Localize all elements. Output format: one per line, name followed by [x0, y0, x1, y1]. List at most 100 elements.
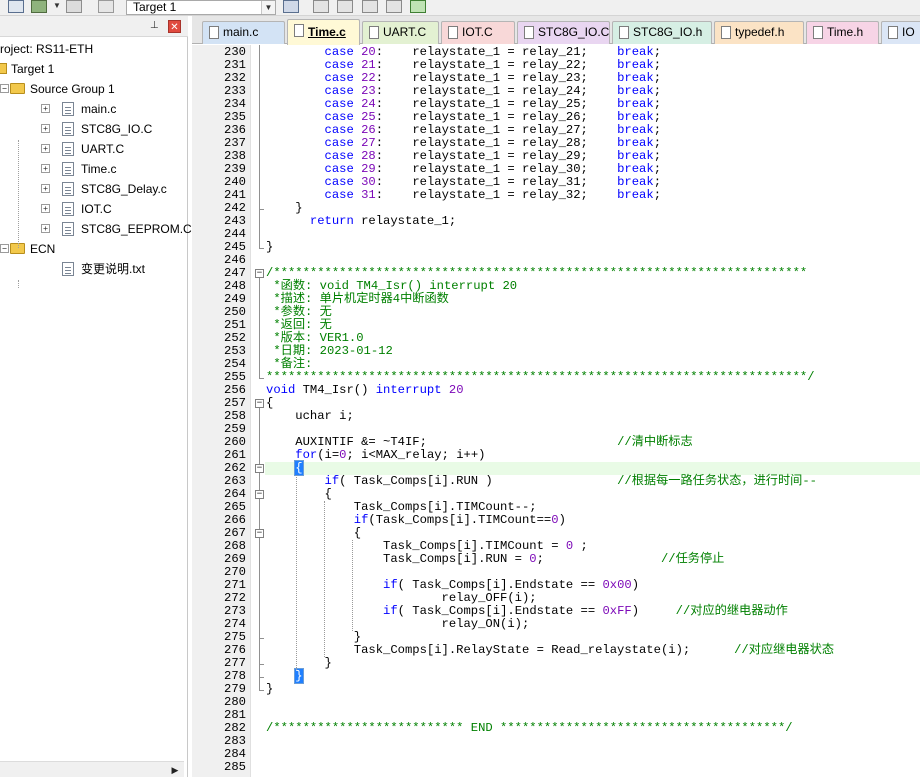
tree-connector [18, 140, 19, 248]
code-line[interactable]: if( Task_Comps[i].RUN ) //根据每一路任务状态，进行时间… [266, 475, 817, 488]
tree-item-file[interactable]: + IOT.C [0, 199, 184, 219]
keyword-token: if [383, 578, 398, 592]
fold-toggle-icon[interactable]: − [255, 464, 264, 473]
comment-token: *备注: [266, 357, 313, 371]
number-token: 31 [361, 188, 376, 202]
expand-icon[interactable]: + [41, 204, 50, 213]
scroll-right-arrow-icon[interactable]: ▶ [168, 764, 182, 776]
code-line[interactable]: Task_Comps[i].RelayState = Read_relaysta… [266, 644, 834, 657]
toolbar: ▼ Target 1 ▼ [0, 0, 920, 16]
collapse-icon[interactable]: − [0, 84, 9, 93]
expand-icon[interactable]: + [41, 184, 50, 193]
file-icon [62, 122, 74, 136]
target-select[interactable]: Target 1 ▼ [126, 0, 276, 15]
expand-icon[interactable]: + [41, 104, 50, 113]
tab-typedef-h[interactable]: typedef.h [714, 21, 804, 44]
keyword-token: break [617, 188, 654, 202]
fold-toggle-icon[interactable]: − [255, 529, 264, 538]
comment-token: *返回: 无 [266, 318, 332, 332]
target-options-icon[interactable] [283, 0, 299, 13]
tree-item-label: 变更说明.txt [81, 262, 146, 276]
number-token: 0 [551, 513, 559, 527]
tree-item-label: Time.c [81, 162, 117, 176]
tab-iot-c[interactable]: IOT.C [441, 21, 515, 44]
expand-icon[interactable]: + [41, 124, 50, 133]
file-icon [62, 262, 74, 276]
comment-token: *版本: VER1.0 [266, 331, 364, 345]
code-line[interactable]: Task_Comps[i].RUN = 0; //任务停止 [266, 553, 724, 566]
code-token: Task_Comps[i].TIMCount = [266, 539, 566, 553]
keyword-token: break [617, 84, 654, 98]
tab-time-c[interactable]: Time.c [287, 19, 360, 45]
select-packs-icon[interactable] [362, 0, 378, 13]
layers-icon[interactable] [31, 0, 47, 13]
code-token: : relaystate_1 = relay_29; [375, 149, 618, 163]
code-line[interactable]: } [266, 683, 273, 696]
code-token: { [266, 396, 274, 410]
tree-item-folder[interactable]: − Source Group 1 [0, 79, 184, 99]
tab-io[interactable]: IO [881, 21, 920, 44]
code-line[interactable]: } [266, 241, 273, 254]
tree-item-file[interactable]: + main.c [0, 99, 184, 119]
horizontal-scrollbar[interactable]: ▶ [0, 761, 184, 777]
code-line[interactable]: uchar i; [266, 410, 354, 423]
code-line[interactable]: return relaystate_1; [266, 215, 456, 228]
rebuild-icon[interactable] [8, 0, 24, 13]
debug-icon[interactable] [98, 0, 114, 13]
chevron-down-icon[interactable]: ▼ [261, 1, 275, 14]
file-extensions-icon[interactable] [313, 0, 329, 13]
tree-item-file[interactable]: 变更说明.txt [0, 259, 184, 279]
tab-stc8g-io-c[interactable]: STC8G_IO.C [517, 21, 610, 44]
code-area[interactable]: 230 231 232 233 234 235 236 237 238 239 240 241 242 2… [192, 45, 920, 777]
batch-build-icon[interactable] [66, 0, 82, 13]
code-token: TM4_Isr() [295, 383, 376, 397]
code-line[interactable]: /************************** END ********… [266, 722, 793, 735]
number-token: 29 [361, 162, 376, 176]
target-icon [0, 63, 7, 74]
tab-uart-c[interactable]: UART.C [362, 21, 439, 44]
tree-item-file[interactable]: + STC8G_IO.C [0, 119, 184, 139]
code-line[interactable]: void TM4_Isr() interrupt 20 [266, 384, 464, 397]
tab-stc8g-io-h[interactable]: STC8G_IO.h [612, 21, 712, 44]
code-token: ; [653, 188, 662, 202]
collapse-icon[interactable]: − [0, 244, 9, 253]
file-icon [62, 222, 74, 236]
code-token: Task_Comps[i].RUN = [266, 552, 530, 566]
chevron-down-icon[interactable]: ▼ [53, 1, 61, 10]
fold-toggle-icon[interactable]: − [255, 269, 264, 278]
expand-icon[interactable]: + [41, 164, 50, 173]
expand-icon[interactable]: + [41, 144, 50, 153]
manage-components-icon[interactable] [337, 0, 353, 13]
keyword-token: break [617, 71, 654, 85]
code-token: } [266, 201, 303, 215]
expand-icon[interactable]: + [41, 224, 50, 233]
fold-end [259, 638, 264, 639]
tree-item-file[interactable]: + STC8G_Delay.c [0, 179, 184, 199]
keyword-token: return [309, 214, 354, 228]
code-token: : relaystate_1 = relay_32; [375, 188, 618, 202]
fold-toggle-icon[interactable]: − [255, 399, 264, 408]
keyword-token: void [266, 383, 296, 397]
tree-item-file[interactable]: + Time.c [0, 159, 184, 179]
tab-time-h[interactable]: Time.h [806, 21, 879, 44]
tree-item-project[interactable]: roject: RS11-ETH [0, 39, 184, 59]
tree-item-file[interactable]: + UART.C [0, 139, 184, 159]
pack-installer-icon[interactable] [386, 0, 402, 13]
tree-item-file[interactable]: + STC8G_EEPROM.C [0, 219, 192, 239]
green-gem-icon[interactable] [410, 0, 426, 13]
fold-toggle-icon[interactable]: − [255, 490, 264, 499]
tree-item-label: IOT.C [81, 202, 112, 216]
tab-main-c[interactable]: main.c [202, 21, 285, 44]
pin-icon[interactable]: ⊥ [150, 20, 159, 31]
tree-item-label: main.c [81, 102, 117, 116]
comment-token: //任务停止 [660, 552, 725, 566]
tree-item-target[interactable]: −Target 1 [0, 59, 184, 79]
tree-item-folder[interactable]: − ECN [0, 239, 184, 259]
number-token: 0 [339, 448, 347, 462]
close-icon[interactable]: ✕ [168, 20, 181, 33]
code-line[interactable]: case 31: relaystate_1 = relay_32; break; [266, 188, 662, 202]
